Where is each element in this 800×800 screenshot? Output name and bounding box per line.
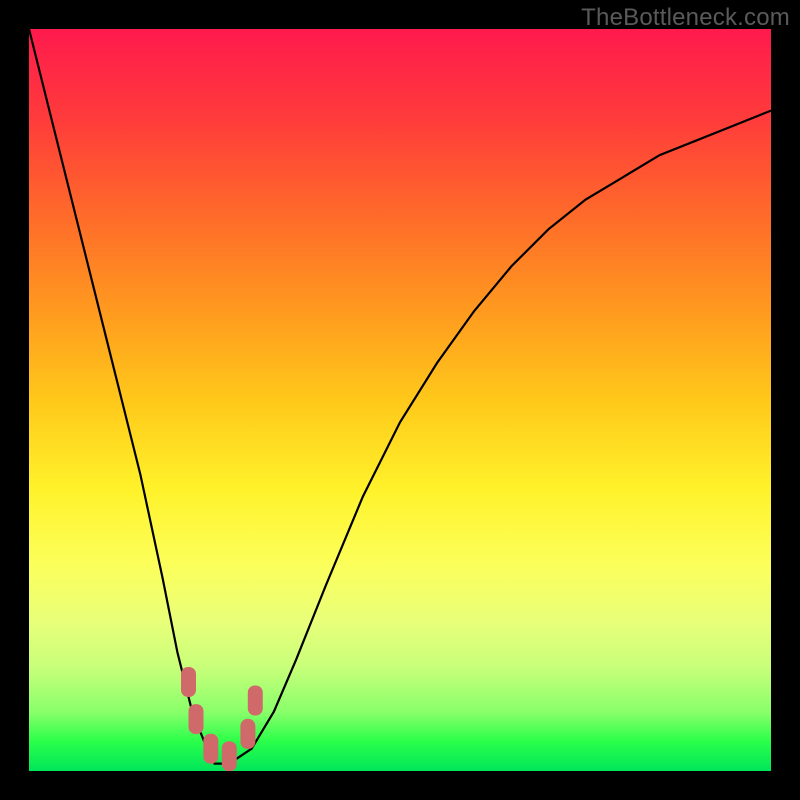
data-marker	[240, 719, 255, 749]
data-marker	[181, 667, 196, 697]
data-marker	[222, 741, 237, 771]
chart-frame: TheBottleneck.com	[0, 0, 800, 800]
data-marker	[203, 734, 218, 764]
data-marker	[248, 686, 263, 716]
watermark-text: TheBottleneck.com	[581, 4, 790, 32]
plot-area	[29, 29, 771, 771]
bottleneck-curve	[29, 29, 771, 771]
data-marker	[189, 704, 204, 734]
